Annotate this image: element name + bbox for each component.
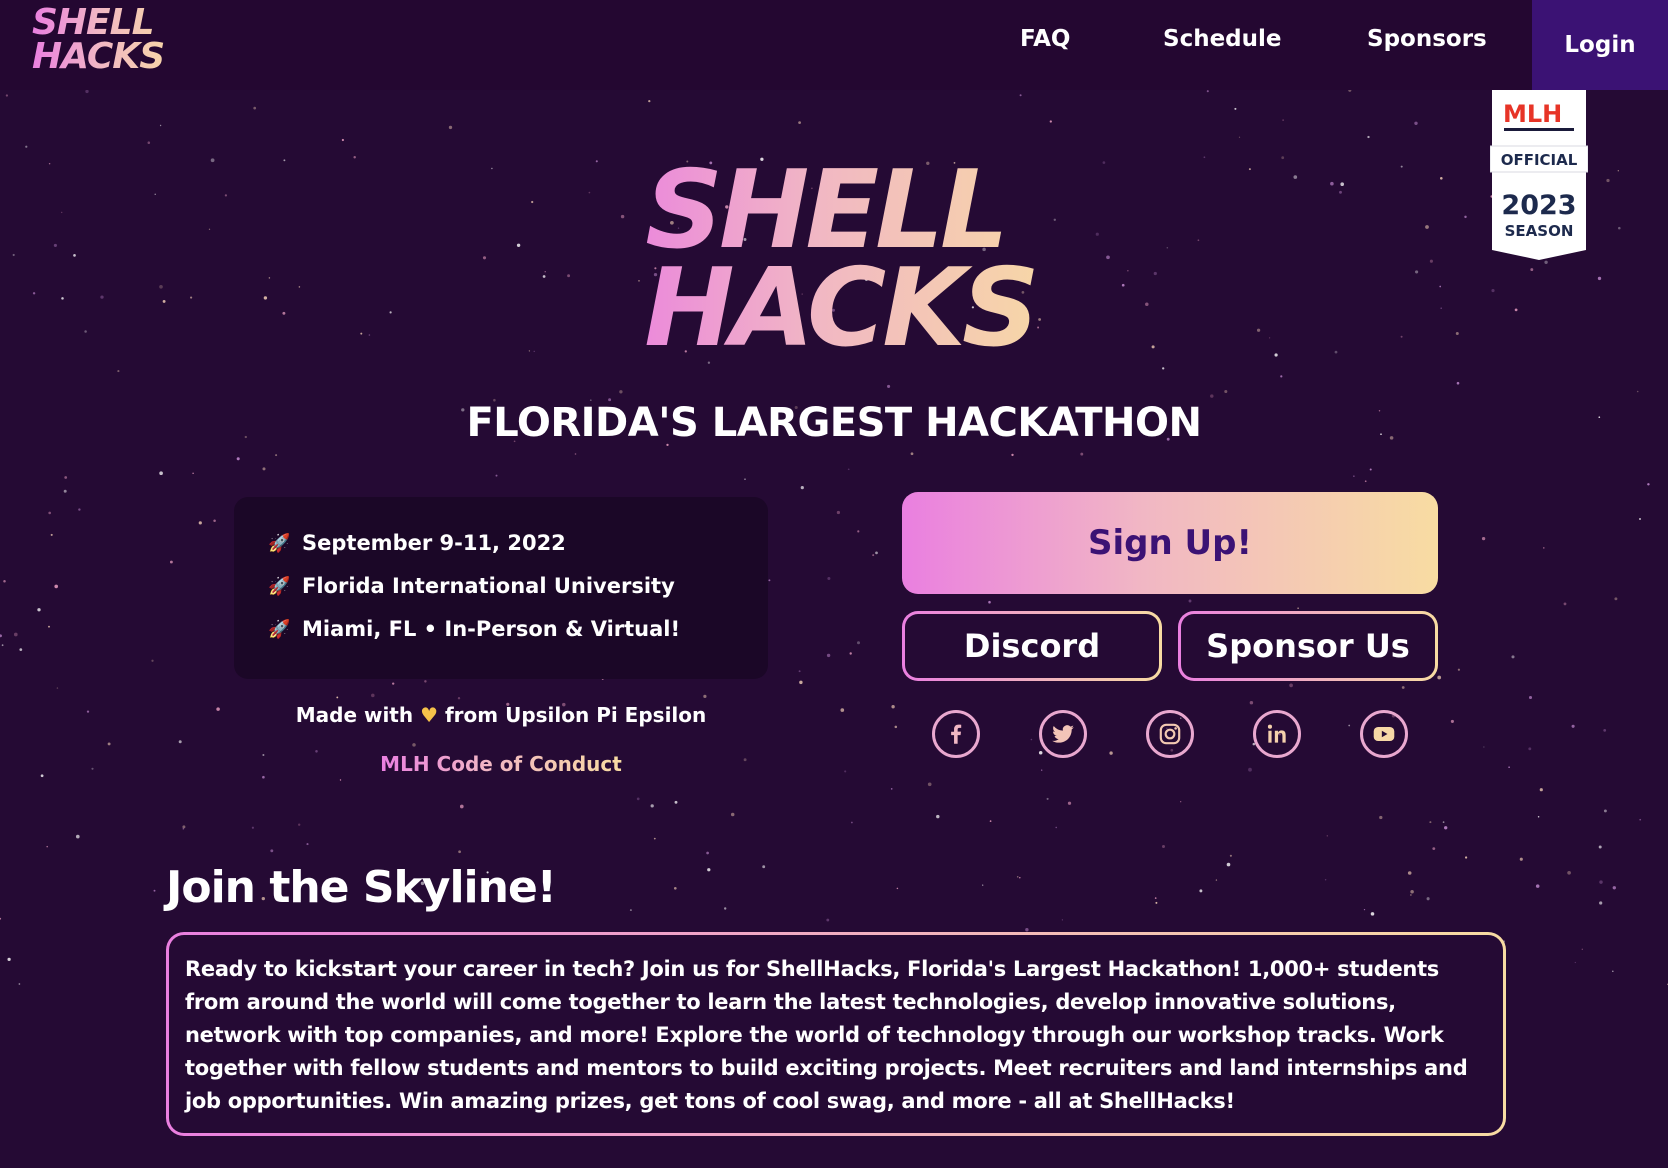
facebook-icon[interactable] [932, 710, 980, 758]
info-item-label: Florida International University [302, 574, 675, 598]
mlh-year: 2023 [1501, 190, 1576, 221]
hero-logo-line2: HACKS [644, 246, 1036, 371]
top-nav: SHELL HACKS FAQ Schedule Sponsors Login [0, 0, 1668, 90]
mlh-season: SEASON [1505, 222, 1574, 240]
join-title: Join the Skyline! [166, 862, 557, 913]
event-info-card: 🚀 September 9-11, 2022 🚀 Florida Interna… [234, 497, 768, 679]
code-of-conduct-link-wrap: MLH Code of Conduct [234, 752, 768, 776]
hero-subtitle: FLORIDA'S LARGEST HACKATHON [466, 400, 1202, 446]
nav-logo[interactable]: SHELL HACKS [32, 6, 182, 74]
info-item-venue: 🚀 Florida International University [268, 574, 675, 598]
nav-link-schedule[interactable]: Schedule [1163, 26, 1282, 52]
mlh-brand: MLH [1503, 100, 1562, 128]
join-description: Ready to kickstart your career in tech? … [169, 935, 1503, 1133]
login-button[interactable]: Login [1532, 0, 1668, 90]
mlh-official: OFFICIAL [1501, 151, 1578, 169]
made-with-credit: Made with ♥ from Upsilon Pi Epsilon [234, 703, 768, 727]
sponsor-us-button[interactable]: Sponsor Us [1178, 611, 1438, 681]
linkedin-icon[interactable] [1253, 710, 1301, 758]
instagram-icon[interactable] [1146, 710, 1194, 758]
discord-button-label: Discord [905, 614, 1159, 678]
nav-logo-line1: SHELL [32, 2, 154, 43]
rocket-icon: 🚀 [268, 532, 291, 554]
rocket-icon: 🚀 [268, 575, 291, 597]
nav-logo-line2: HACKS [32, 36, 165, 77]
mlh-official-badge[interactable]: MLH OFFICIAL 2023 SEASON [1490, 90, 1588, 260]
sign-up-button[interactable]: Sign Up! [902, 492, 1438, 594]
info-item-label: September 9-11, 2022 [302, 531, 566, 555]
made-prefix: Made with [295, 703, 414, 727]
info-item-label: Miami, FL • In-Person & Virtual! [302, 617, 681, 641]
hero-logo: SHELL HACKS [600, 162, 1080, 358]
made-suffix: from Upsilon Pi Epsilon [444, 703, 707, 727]
rocket-icon: 🚀 [268, 618, 291, 640]
sponsor-us-button-label: Sponsor Us [1181, 614, 1435, 678]
join-description-box: Ready to kickstart your career in tech? … [166, 932, 1506, 1136]
info-item-date: 🚀 September 9-11, 2022 [268, 531, 566, 555]
youtube-icon[interactable] [1360, 710, 1408, 758]
twitter-icon[interactable] [1039, 710, 1087, 758]
nav-link-faq[interactable]: FAQ [1020, 26, 1070, 52]
heart-icon: ♥ [420, 703, 439, 727]
info-item-location: 🚀 Miami, FL • In-Person & Virtual! [268, 617, 680, 641]
nav-link-sponsors[interactable]: Sponsors [1367, 26, 1487, 52]
code-of-conduct-link[interactable]: MLH Code of Conduct [380, 752, 622, 776]
discord-button[interactable]: Discord [902, 611, 1162, 681]
